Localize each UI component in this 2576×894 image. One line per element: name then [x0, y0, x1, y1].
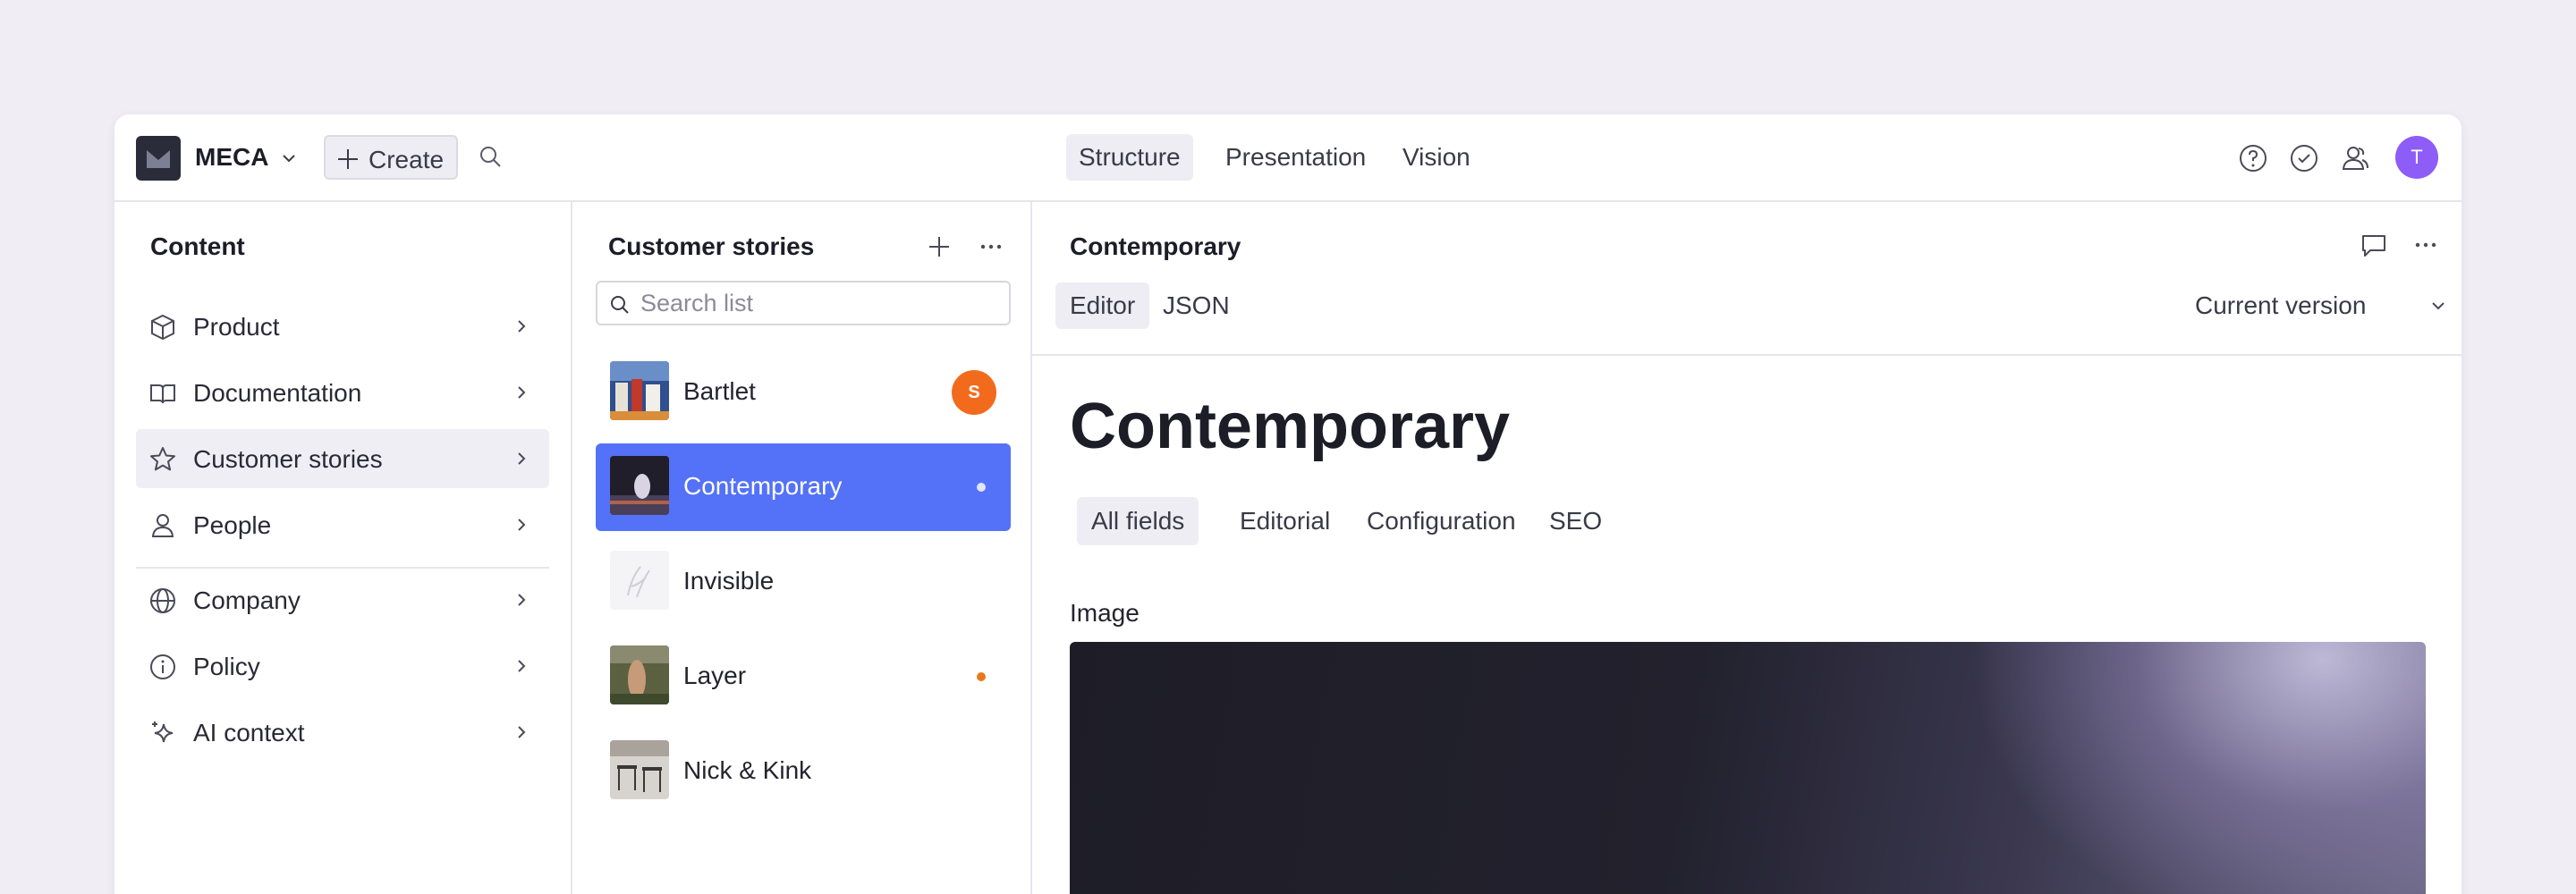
plus-icon	[338, 149, 358, 169]
tab-editor[interactable]: Editor	[1055, 283, 1150, 329]
tab-seo[interactable]: SEO	[1535, 497, 1616, 545]
list-item-invisible[interactable]: Invisible	[596, 538, 1011, 626]
sidebar-item-company[interactable]: Company	[136, 570, 549, 629]
studio-window: MECA Create Structure Presentation Visio…	[114, 114, 2462, 894]
chevron-right-icon	[518, 594, 526, 606]
document-thumbnail	[610, 361, 669, 420]
workspace-name[interactable]: MECA	[195, 143, 268, 172]
document-title: Layer	[683, 662, 747, 689]
more-options-icon[interactable]	[977, 232, 1005, 261]
tab-json[interactable]: JSON	[1148, 283, 1244, 329]
list-title: Customer stories	[608, 232, 815, 260]
star-icon	[150, 447, 175, 471]
document-title: Contemporary	[683, 472, 843, 500]
document-title: Invisible	[683, 567, 775, 595]
help-icon[interactable]	[2238, 143, 2268, 173]
list-item-layer[interactable]: Layer	[596, 633, 1011, 721]
image-preview[interactable]	[1070, 642, 2426, 894]
workspace-logo[interactable]	[136, 136, 181, 181]
sidebar-item-label: Company	[193, 586, 301, 614]
sidebar-item-label: AI context	[193, 719, 305, 746]
chevron-right-icon	[518, 660, 526, 672]
version-selector[interactable]: Current version	[2195, 291, 2366, 320]
top-navbar: MECA Create Structure Presentation Visio…	[114, 114, 2462, 202]
sidebar-item-label: Policy	[193, 653, 260, 680]
search-icon[interactable]	[477, 143, 505, 172]
sidebar-divider	[136, 567, 549, 569]
chevron-down-icon[interactable]	[2428, 295, 2449, 316]
tab-vision[interactable]: Vision	[1390, 134, 1483, 181]
document-thumbnail	[610, 456, 669, 515]
list-search-field[interactable]	[596, 281, 1011, 325]
chevron-down-icon[interactable]	[275, 145, 302, 172]
document-pane: Contemporary Editor JSON Current version…	[1032, 202, 2462, 894]
sidebar-item-people[interactable]: People	[136, 495, 549, 554]
document-title: Bartlet	[683, 377, 756, 405]
globe-icon	[150, 588, 175, 613]
sparkle-icon	[152, 721, 174, 743]
document-thumbnail	[610, 551, 669, 610]
sidebar-item-documentation[interactable]: Documentation	[136, 363, 549, 422]
create-button[interactable]: Create	[324, 135, 458, 180]
more-options-icon[interactable]	[2411, 231, 2440, 259]
sidebar-item-customer-stories[interactable]: Customer stories	[136, 429, 549, 488]
status-dot	[977, 483, 986, 492]
users-icon[interactable]	[2340, 143, 2370, 173]
comment-icon[interactable]	[2360, 231, 2388, 259]
sidebar-item-ai-context[interactable]: AI context	[136, 703, 549, 762]
sidebar-item-label: Documentation	[193, 379, 362, 407]
chevron-right-icon	[518, 452, 526, 465]
sidebar-item-label: Product	[193, 313, 280, 341]
header-divider	[1032, 354, 2462, 356]
document-title: Nick & Kink	[683, 756, 812, 784]
image-field-label: Image	[1070, 599, 1140, 627]
person-icon	[151, 514, 174, 537]
add-document-icon[interactable]	[925, 232, 953, 261]
user-avatar[interactable]: T	[2395, 136, 2438, 179]
tab-structure[interactable]: Structure	[1066, 134, 1193, 181]
document-thumbnail	[610, 740, 669, 799]
document-pane-title: Contemporary	[1070, 232, 1241, 260]
status-dot	[977, 672, 986, 681]
search-input[interactable]	[640, 290, 998, 316]
sidebar-item-product[interactable]: Product	[136, 297, 549, 356]
document-list-pane: Customer stories Search list Bartlet S C…	[572, 202, 1032, 894]
create-label: Create	[369, 146, 445, 173]
sidebar-item-label: People	[193, 511, 272, 539]
document-heading: Contemporary	[1070, 391, 1511, 462]
tasks-check-icon[interactable]	[2289, 143, 2319, 173]
sidebar-item-policy[interactable]: Policy	[136, 637, 549, 696]
tab-presentation[interactable]: Presentation	[1213, 134, 1378, 181]
chevron-right-icon	[518, 386, 526, 399]
book-icon	[150, 384, 175, 404]
chevron-right-icon	[518, 320, 526, 333]
document-thumbnail	[610, 645, 669, 704]
tab-editorial[interactable]: Editorial	[1225, 497, 1344, 545]
pane-title: Content	[150, 232, 245, 260]
list-item-nick-kink[interactable]: Nick & Kink	[596, 728, 1011, 815]
list-item-bartlet[interactable]: Bartlet S	[596, 349, 1011, 436]
search-icon	[611, 296, 629, 314]
chevron-right-icon	[518, 726, 526, 738]
tab-configuration[interactable]: Configuration	[1352, 497, 1530, 545]
sidebar-item-label: Customer stories	[193, 445, 383, 473]
editor-avatar: S	[952, 370, 996, 415]
cube-icon	[151, 314, 174, 341]
list-item-contemporary[interactable]: Contemporary	[596, 443, 1011, 531]
info-icon	[150, 654, 175, 679]
chevron-right-icon	[518, 519, 526, 531]
tab-all-fields[interactable]: All fields	[1077, 497, 1199, 545]
content-pane: Content Product Documentation Customer s…	[114, 202, 572, 894]
